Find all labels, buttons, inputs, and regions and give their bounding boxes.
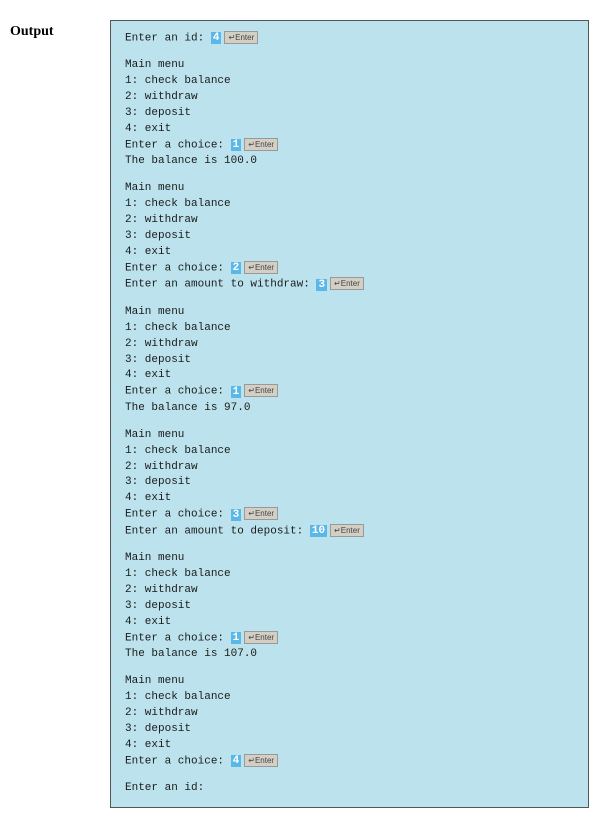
- enter-key-icon: ↵Enter: [244, 507, 278, 520]
- input-choice: 2: [231, 262, 242, 274]
- input-amount: 10: [310, 525, 327, 537]
- menu-option: 4: exit: [125, 122, 574, 138]
- enter-key-icon: ↵Enter: [244, 631, 278, 644]
- input-choice: 1: [231, 632, 242, 644]
- balance-value: 107.0: [224, 648, 257, 660]
- menu-option: 2: withdraw: [125, 706, 574, 722]
- menu-option: 3: deposit: [125, 475, 574, 491]
- menu-option: 1: check balance: [125, 444, 574, 460]
- enter-key-icon: ↵Enter: [224, 31, 258, 44]
- menu-option: 2: withdraw: [125, 460, 574, 476]
- menu-title: Main menu: [125, 428, 574, 444]
- console-output: Enter an id: 4↵Enter Main menu 1: check …: [110, 20, 589, 808]
- menu-option: 1: check balance: [125, 567, 574, 583]
- menu-option: 4: exit: [125, 245, 574, 261]
- enter-key-icon: ↵Enter: [244, 261, 278, 274]
- balance-text: The balance is: [125, 155, 224, 167]
- menu-title: Main menu: [125, 551, 574, 567]
- prompt-enter-id: Enter an id:: [125, 782, 211, 794]
- menu-option: 1: check balance: [125, 690, 574, 706]
- balance-text: The balance is: [125, 402, 224, 414]
- enter-key-icon: ↵Enter: [244, 754, 278, 767]
- menu-option: 4: exit: [125, 491, 574, 507]
- enter-key-icon: ↵Enter: [330, 524, 364, 537]
- prompt-choice: Enter a choice:: [125, 139, 231, 151]
- enter-key-icon: ↵Enter: [330, 277, 364, 290]
- menu-option: 2: withdraw: [125, 583, 574, 599]
- prompt-choice: Enter a choice:: [125, 509, 231, 521]
- balance-value: 97.0: [224, 402, 250, 414]
- prompt-enter-id: Enter an id:: [125, 32, 211, 44]
- enter-key-icon: ↵Enter: [244, 384, 278, 397]
- menu-option: 1: check balance: [125, 197, 574, 213]
- menu-option: 3: deposit: [125, 229, 574, 245]
- input-choice: 1: [231, 386, 242, 398]
- output-label: Output: [10, 20, 90, 40]
- prompt-choice: Enter a choice:: [125, 755, 231, 767]
- enter-key-icon: ↵Enter: [244, 138, 278, 151]
- menu-title: Main menu: [125, 674, 574, 690]
- balance-text: The balance is: [125, 648, 224, 660]
- menu-option: 4: exit: [125, 368, 574, 384]
- menu-option: 3: deposit: [125, 106, 574, 122]
- menu-option: 4: exit: [125, 738, 574, 754]
- prompt-choice: Enter a choice:: [125, 386, 231, 398]
- input-amount: 3: [316, 279, 327, 291]
- menu-option: 2: withdraw: [125, 213, 574, 229]
- menu-option: 3: deposit: [125, 722, 574, 738]
- input-choice: 1: [231, 139, 242, 151]
- menu-option: 1: check balance: [125, 321, 574, 337]
- menu-option: 1: check balance: [125, 74, 574, 90]
- menu-title: Main menu: [125, 58, 574, 74]
- menu-title: Main menu: [125, 305, 574, 321]
- input-choice: 4: [231, 755, 242, 767]
- prompt-deposit: Enter an amount to deposit:: [125, 525, 310, 537]
- prompt-withdraw: Enter an amount to withdraw:: [125, 279, 316, 291]
- menu-option: 4: exit: [125, 615, 574, 631]
- menu-option: 2: withdraw: [125, 90, 574, 106]
- menu-title: Main menu: [125, 181, 574, 197]
- menu-option: 3: deposit: [125, 599, 574, 615]
- menu-option: 3: deposit: [125, 353, 574, 369]
- prompt-choice: Enter a choice:: [125, 632, 231, 644]
- input-choice: 3: [231, 509, 242, 521]
- input-id: 4: [211, 32, 222, 44]
- balance-value: 100.0: [224, 155, 257, 167]
- menu-option: 2: withdraw: [125, 337, 574, 353]
- prompt-choice: Enter a choice:: [125, 262, 231, 274]
